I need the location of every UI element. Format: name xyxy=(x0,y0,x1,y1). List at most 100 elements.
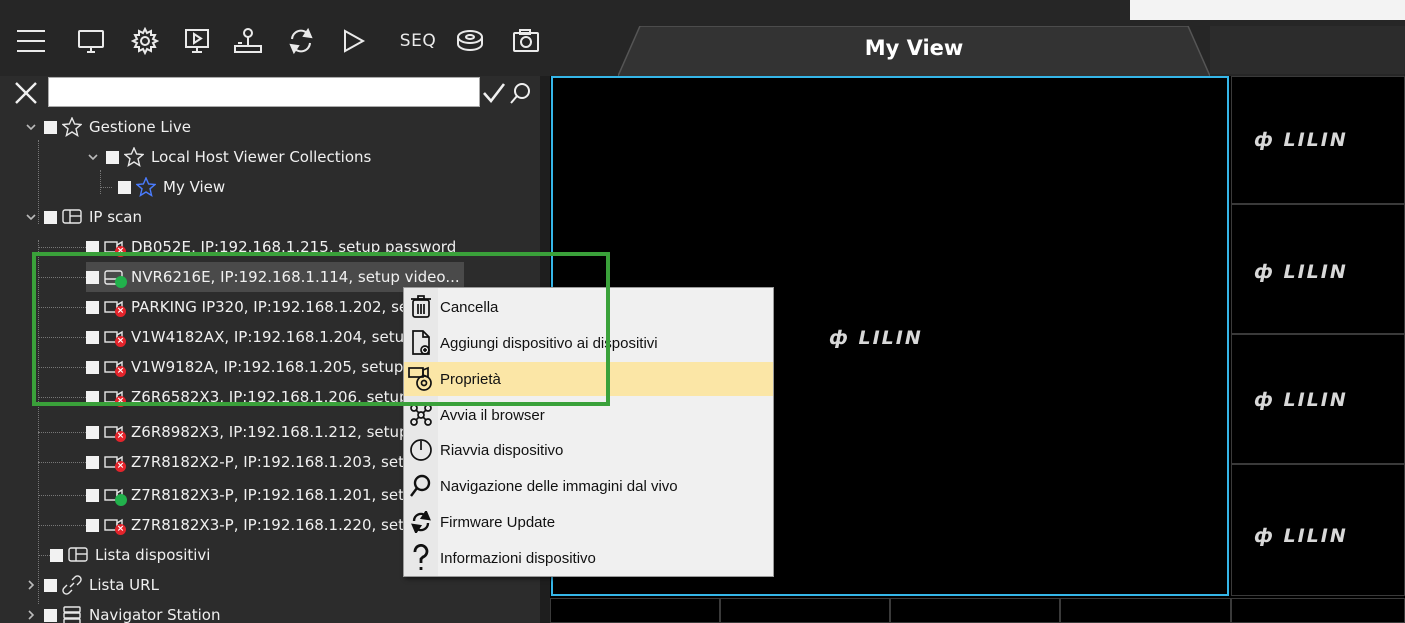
settings-gear-icon[interactable] xyxy=(128,26,162,56)
video-cell[interactable] xyxy=(890,598,1060,623)
checkbox[interactable] xyxy=(86,330,99,344)
joystick-icon[interactable] xyxy=(230,26,266,56)
disk-stack-icon[interactable] xyxy=(452,26,488,56)
menu-item-informazioni[interactable]: Informazioni dispositivo xyxy=(404,541,773,575)
seq-button[interactable]: SEQ xyxy=(394,26,442,56)
menu-item-aggiungi[interactable]: Aggiungi dispositivo ai dispositivi xyxy=(404,326,773,360)
sync-icon[interactable] xyxy=(284,26,318,56)
device-label: Z6R6582X3, IP:192.168.1.206, setup xyxy=(131,388,409,406)
tree-node-lista-dispositivi[interactable]: Lista dispositivi xyxy=(50,540,210,570)
star-icon xyxy=(61,116,83,138)
lilin-logo: ф LILIN xyxy=(829,327,923,349)
tree-node-navigator-station[interactable]: Navigator Station xyxy=(24,600,221,623)
link-icon xyxy=(61,574,83,596)
checkbox[interactable] xyxy=(86,455,99,469)
lilin-logo: ф LILIN xyxy=(1254,129,1348,151)
tree-node-lista-url[interactable]: Lista URL xyxy=(24,570,159,600)
device-row[interactable]: × Z6R8982X3, IP:192.168.1.212, setup xyxy=(86,417,409,447)
video-cell[interactable]: ф LILIN xyxy=(1231,334,1405,464)
tab-title[interactable]: My View xyxy=(618,36,1210,60)
checkbox[interactable] xyxy=(86,300,99,314)
chevron-down-icon[interactable] xyxy=(86,150,100,164)
checkmark-icon[interactable] xyxy=(480,77,508,109)
menu-label: Firmware Update xyxy=(440,513,556,531)
chevron-down-icon[interactable] xyxy=(24,210,38,224)
add-file-icon xyxy=(404,326,438,360)
tree-label: Navigator Station xyxy=(89,606,221,623)
tree-node-ip-scan[interactable]: IP scan xyxy=(24,202,142,232)
tree-label: Gestione Live xyxy=(89,118,192,136)
video-cell[interactable]: ф LILIN xyxy=(1231,204,1405,334)
tree-node-local-host[interactable]: Local Host Viewer Collections xyxy=(86,142,371,172)
checkbox[interactable] xyxy=(118,180,131,194)
camera-error-icon: × xyxy=(103,296,126,318)
menu-item-navigazione[interactable]: Navigazione delle immagini dal vivo xyxy=(404,469,773,503)
video-cell[interactable] xyxy=(550,598,720,623)
checkbox[interactable] xyxy=(86,360,99,374)
chevron-right-icon[interactable] xyxy=(24,578,38,592)
checkbox[interactable] xyxy=(44,608,57,622)
checkbox[interactable] xyxy=(86,240,99,254)
search-icon[interactable] xyxy=(508,77,534,109)
device-row[interactable]: × V1W9182A, IP:192.168.1.205, setup p xyxy=(86,352,418,382)
checkbox[interactable] xyxy=(86,270,99,284)
chevron-right-icon[interactable] xyxy=(24,608,38,622)
checkbox[interactable] xyxy=(86,488,99,502)
device-row[interactable]: × Z7R8182X2-P, IP:192.168.1.203, setu xyxy=(86,447,413,477)
tree-node-gestione-live[interactable]: Gestione Live xyxy=(24,112,191,142)
menu-item-proprieta[interactable]: Proprietà xyxy=(404,362,773,396)
monitor-icon[interactable] xyxy=(74,26,108,56)
checkbox[interactable] xyxy=(44,210,57,224)
device-label: Z6R8982X3, IP:192.168.1.212, setup xyxy=(131,423,409,441)
video-cell[interactable] xyxy=(720,598,890,623)
checkbox[interactable] xyxy=(86,518,99,532)
device-row[interactable]: Z7R8182X3-P, IP:192.168.1.201, setu xyxy=(86,480,413,510)
checkbox[interactable] xyxy=(44,578,57,592)
menu-label: Avvia il browser xyxy=(440,406,545,424)
video-cell[interactable]: ф LILIN xyxy=(1231,76,1405,204)
device-label: DB052E, IP:192.168.1.215, setup password xyxy=(131,238,457,256)
checkbox[interactable] xyxy=(86,390,99,404)
menu-item-riavvia[interactable]: Riavvia dispositivo xyxy=(404,433,773,467)
menu-item-avvia-browser[interactable]: Avvia il browser xyxy=(404,398,773,432)
camera-error-icon: × xyxy=(103,326,126,348)
checkbox[interactable] xyxy=(44,120,57,134)
snapshot-camera-icon[interactable] xyxy=(508,26,544,56)
tree-label: Lista dispositivi xyxy=(95,546,211,564)
tree-node-my-view[interactable]: My View xyxy=(118,172,225,202)
lilin-logo: ф LILIN xyxy=(1254,261,1348,283)
menu-item-cancella[interactable]: Cancella xyxy=(404,290,773,324)
checkbox[interactable] xyxy=(50,548,63,562)
chevron-down-icon[interactable] xyxy=(24,120,38,134)
camera-gear-icon xyxy=(404,362,438,396)
menu-label: Cancella xyxy=(440,298,499,316)
close-icon[interactable] xyxy=(8,77,44,109)
camera-online-icon xyxy=(103,484,127,506)
camera-error-icon: × xyxy=(103,356,126,378)
menu-label: Riavvia dispositivo xyxy=(440,441,564,459)
device-group-icon xyxy=(67,544,89,566)
power-icon xyxy=(404,433,438,467)
device-label: NVR6216E, IP:192.168.1.114, setup video.… xyxy=(131,268,460,286)
menu-item-firmware-update[interactable]: Firmware Update xyxy=(404,505,773,539)
video-cell[interactable] xyxy=(1060,598,1231,623)
device-row[interactable]: × Z7R8182X3-P, IP:192.168.1.220, setu xyxy=(86,510,413,540)
device-row[interactable]: × V1W4182AX, IP:192.168.1.204, setup xyxy=(86,322,414,352)
device-label: Z7R8182X3-P, IP:192.168.1.220, setu xyxy=(131,516,414,534)
menu-icon[interactable] xyxy=(14,26,48,56)
tree-label: Lista URL xyxy=(89,576,159,594)
device-row[interactable]: × DB052E, IP:192.168.1.215, setup passwo… xyxy=(86,232,456,262)
checkbox[interactable] xyxy=(86,425,99,439)
playback-monitor-icon[interactable] xyxy=(180,26,214,56)
tree-label: Local Host Viewer Collections xyxy=(151,148,372,166)
search-input[interactable] xyxy=(48,77,480,107)
video-cell[interactable]: ф LILIN xyxy=(1231,464,1405,596)
lilin-logo: ф LILIN xyxy=(1254,389,1348,411)
device-row[interactable]: × PARKING IP320, IP:192.168.1.202, set xyxy=(86,292,414,322)
device-label: Z7R8182X3-P, IP:192.168.1.201, setu xyxy=(131,486,414,504)
video-cell[interactable] xyxy=(1231,598,1405,623)
device-row[interactable]: × Z6R6582X3, IP:192.168.1.206, setup xyxy=(86,382,409,412)
top-strip: ​ xyxy=(1130,0,1405,20)
play-icon[interactable] xyxy=(336,26,370,56)
checkbox[interactable] xyxy=(106,150,119,164)
